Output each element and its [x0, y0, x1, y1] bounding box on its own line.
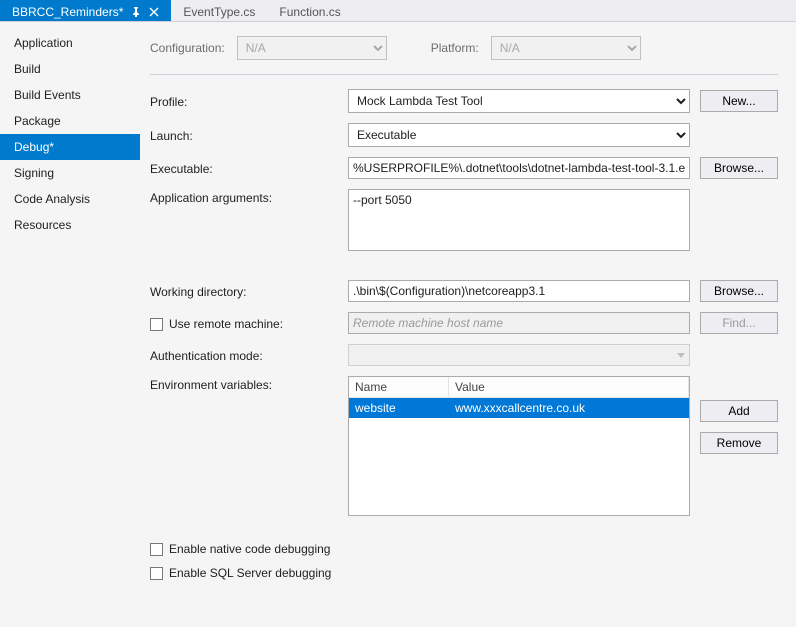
- find-remote-button: Find...: [700, 312, 778, 334]
- sidenav-debug[interactable]: Debug*: [0, 134, 140, 160]
- new-profile-button[interactable]: New...: [700, 90, 778, 112]
- working-dir-label: Working directory:: [150, 283, 338, 299]
- profile-label: Profile:: [150, 93, 338, 109]
- env-row-name: website: [349, 398, 449, 418]
- tab-eventtype[interactable]: EventType.cs: [171, 0, 267, 21]
- executable-label: Executable:: [150, 160, 338, 176]
- tab-bbrcc-reminders[interactable]: BBRCC_Reminders*: [0, 0, 171, 21]
- pin-icon[interactable]: [131, 7, 141, 17]
- sidenav-build[interactable]: Build: [0, 56, 140, 82]
- env-vars-label: Environment variables:: [150, 376, 338, 392]
- remote-machine-label: Use remote machine:: [169, 317, 283, 331]
- env-col-value[interactable]: Value: [449, 377, 689, 397]
- sidenav-signing[interactable]: Signing: [0, 160, 140, 186]
- launch-label: Launch:: [150, 127, 338, 143]
- remote-machine-input: [348, 312, 690, 334]
- tab-function[interactable]: Function.cs: [267, 0, 352, 21]
- tab-label: BBRCC_Reminders*: [12, 5, 123, 19]
- sidenav-resources[interactable]: Resources: [0, 212, 140, 238]
- remove-env-button[interactable]: Remove: [700, 432, 778, 454]
- tab-label: Function.cs: [279, 5, 340, 19]
- platform-select: N/A: [491, 36, 641, 60]
- app-args-input[interactable]: --port 5050: [348, 189, 690, 251]
- profile-select[interactable]: Mock Lambda Test Tool: [348, 89, 690, 113]
- sidenav-code-analysis[interactable]: Code Analysis: [0, 186, 140, 212]
- native-debug-checkbox[interactable]: [150, 543, 163, 556]
- app-args-label: Application arguments:: [150, 189, 338, 205]
- env-vars-grid[interactable]: Name Value website www.xxxcallcentre.co.…: [348, 376, 690, 516]
- property-page-nav: Application Build Build Events Package D…: [0, 22, 140, 627]
- chevron-down-icon: [677, 353, 685, 358]
- sidenav-build-events[interactable]: Build Events: [0, 82, 140, 108]
- remote-machine-checkbox[interactable]: [150, 318, 163, 331]
- working-dir-input[interactable]: [348, 280, 690, 302]
- env-col-name[interactable]: Name: [349, 377, 449, 397]
- configuration-label: Configuration:: [150, 41, 225, 55]
- sql-debug-label: Enable SQL Server debugging: [169, 566, 331, 580]
- configuration-select: N/A: [237, 36, 387, 60]
- env-grid-header: Name Value: [349, 377, 689, 398]
- sidenav-application[interactable]: Application: [0, 30, 140, 56]
- tab-label: EventType.cs: [183, 5, 255, 19]
- launch-select[interactable]: Executable: [348, 123, 690, 147]
- add-env-button[interactable]: Add: [700, 400, 778, 422]
- auth-mode-label: Authentication mode:: [150, 347, 338, 363]
- document-tabs: BBRCC_Reminders* EventType.cs Function.c…: [0, 0, 796, 22]
- env-row-value: www.xxxcallcentre.co.uk: [449, 398, 689, 418]
- browse-working-dir-button[interactable]: Browse...: [700, 280, 778, 302]
- sql-debug-checkbox[interactable]: [150, 567, 163, 580]
- sidenav-package[interactable]: Package: [0, 108, 140, 134]
- native-debug-label: Enable native code debugging: [169, 542, 330, 556]
- auth-mode-select: [348, 344, 690, 366]
- env-grid-row[interactable]: website www.xxxcallcentre.co.uk: [349, 398, 689, 418]
- executable-input[interactable]: [348, 157, 690, 179]
- debug-page: Configuration: N/A Platform: N/A Profile…: [140, 22, 796, 627]
- close-icon[interactable]: [149, 7, 159, 17]
- browse-executable-button[interactable]: Browse...: [700, 157, 778, 179]
- platform-label: Platform:: [431, 41, 479, 55]
